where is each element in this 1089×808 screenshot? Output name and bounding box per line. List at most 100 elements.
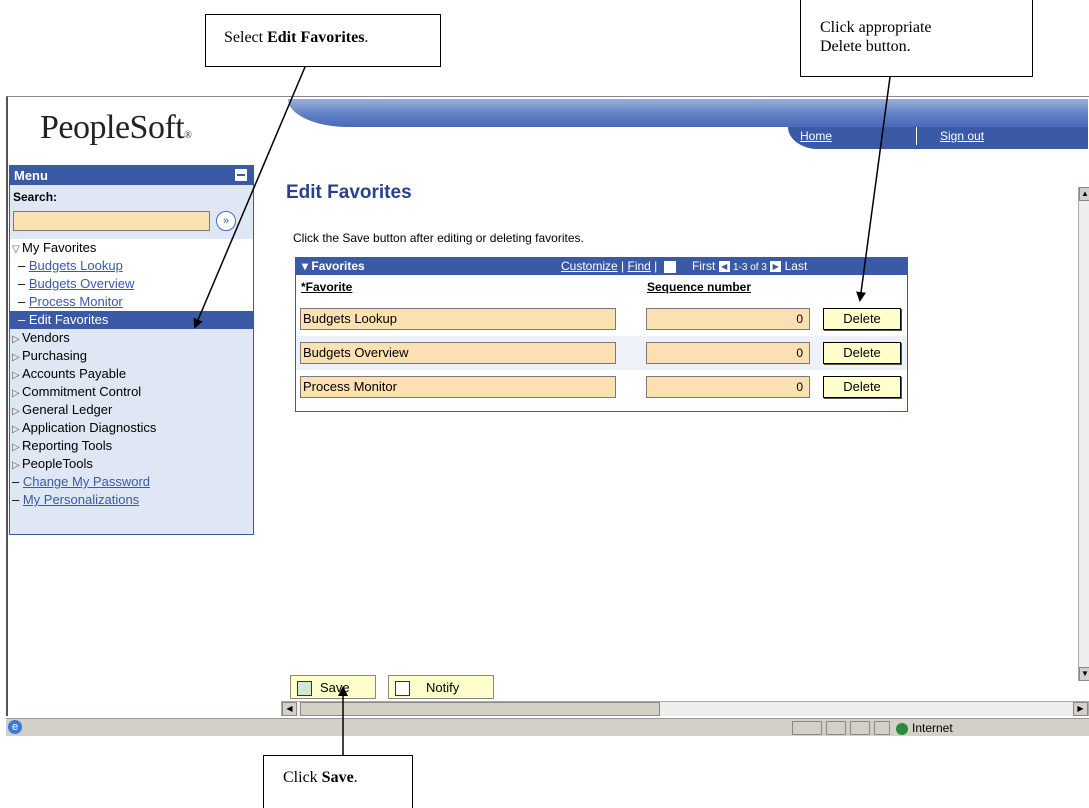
nav-separator	[916, 127, 917, 145]
delete-button[interactable]: Delete	[823, 308, 901, 330]
grid-nav: Customize | Find | First ◀ 1-3 of 3 ▶ La…	[561, 259, 808, 273]
favorite-field[interactable]: Budgets Lookup	[300, 308, 616, 330]
status-bar: e Internet	[6, 718, 1089, 736]
sequence-field[interactable]: 0	[646, 342, 810, 364]
menu-item-label: Purchasing	[22, 348, 88, 363]
logo-text: PeopleSoft	[40, 109, 185, 146]
menu-list: ▽ My Favorites – Budgets Lookup – Budgets…	[10, 239, 253, 509]
menu-item-link[interactable]: Process Monitor	[29, 294, 123, 309]
notify-button[interactable]: Notify	[388, 675, 494, 699]
scroll-left-icon[interactable]: ◀	[282, 702, 297, 716]
delete-button[interactable]: Delete	[823, 342, 901, 364]
callout-save: Click Save.	[263, 755, 413, 808]
menu-item-general-ledger[interactable]: ▷ General Ledger	[10, 401, 253, 419]
menu-item-vendors[interactable]: ▷ Vendors	[10, 329, 253, 347]
menu-item-purchasing[interactable]: ▷ Purchasing	[10, 347, 253, 365]
save-icon	[297, 681, 312, 697]
menu-item-label: Vendors	[22, 330, 70, 345]
banner-navbar	[788, 127, 1088, 149]
globe-icon	[896, 722, 908, 735]
page-title: Edit Favorites	[286, 182, 412, 203]
notify-label: Notify	[426, 680, 460, 695]
zone-label: Internet	[912, 721, 953, 735]
status-cell	[874, 721, 890, 735]
browser-window: PeopleSoft® Home Sign out Menu Search: »…	[6, 96, 1089, 716]
status-cell	[850, 721, 870, 735]
menu-item-link[interactable]: Budgets Lookup	[29, 258, 123, 273]
grid-header: ▾ Favorites Customize | Find | First ◀ 1…	[296, 258, 907, 275]
notify-icon	[395, 681, 410, 697]
vertical-scrollbar[interactable]: ▲ ▼	[1078, 187, 1089, 681]
menu-item-process-monitor[interactable]: – Process Monitor	[10, 293, 253, 311]
column-header-favorite: *Favorite	[301, 280, 353, 294]
prev-arrow-icon[interactable]: ◀	[718, 261, 730, 273]
favorite-field[interactable]: Process Monitor	[300, 376, 616, 398]
menu-item-label: Application Diagnostics	[22, 420, 157, 435]
menu-item-link[interactable]: Change My Password	[23, 474, 150, 489]
grid-title-text: Favorites	[311, 259, 365, 273]
callout-text-suffix: .	[353, 769, 358, 786]
instruction-text: Click the Save button after editing or d…	[293, 231, 584, 245]
grid-title: ▾ Favorites	[302, 259, 365, 273]
collapse-icon[interactable]	[235, 169, 247, 181]
grid-view-icon[interactable]	[663, 260, 676, 273]
menu-item-accounts-payable[interactable]: ▷ Accounts Payable	[10, 365, 253, 383]
menu-item-label: Edit Favorites	[28, 312, 109, 327]
menu-item-commitment-control[interactable]: ▷ Commitment Control	[10, 383, 253, 401]
callout-line-1: Click appropriate	[820, 19, 932, 36]
menu-item-reporting-tools[interactable]: ▷ Reporting Tools	[10, 437, 253, 455]
callout-bold-text: Save	[321, 769, 354, 786]
menu-item-my-personalizations[interactable]: – My Personalizations	[10, 491, 253, 509]
menu-item-my-favorites[interactable]: ▽ My Favorites	[10, 239, 253, 257]
menu-item-budgets-lookup[interactable]: – Budgets Lookup	[10, 257, 253, 275]
banner-stripe	[288, 99, 1088, 127]
menu-item-label: Commitment Control	[22, 384, 142, 399]
home-link[interactable]: Home	[800, 129, 832, 143]
callout-line-2: Delete button.	[820, 38, 911, 55]
status-cell	[826, 721, 846, 735]
search-input[interactable]	[13, 211, 210, 231]
menu-panel: Menu Search: » ▽ My Favorites – Budgets L…	[9, 165, 254, 535]
callout-bold-text: Edit Favorites	[267, 29, 365, 46]
callout-text: Click	[283, 769, 322, 786]
last-label[interactable]: Last	[785, 259, 808, 273]
favorites-grid: ▾ Favorites Customize | Find | First ◀ 1…	[295, 257, 908, 412]
search-go-icon[interactable]: »	[216, 211, 236, 231]
scroll-right-icon[interactable]: ▶	[1073, 702, 1088, 716]
menu-item-link[interactable]: Budgets Overview	[29, 276, 135, 291]
sequence-field[interactable]: 0	[646, 376, 810, 398]
find-link[interactable]: Find	[627, 259, 650, 273]
next-arrow-icon[interactable]: ▶	[770, 261, 782, 273]
save-label: Save	[320, 680, 350, 695]
delete-button[interactable]: Delete	[823, 376, 901, 398]
sequence-field[interactable]: 0	[646, 308, 810, 330]
menu-item-application-diagnostics[interactable]: ▷ Application Diagnostics	[10, 419, 253, 437]
signout-link[interactable]: Sign out	[940, 129, 984, 143]
menu-header: Menu	[10, 166, 253, 185]
customize-link[interactable]: Customize	[561, 259, 618, 273]
scroll-down-icon[interactable]: ▼	[1079, 667, 1089, 681]
menu-title: Menu	[14, 168, 48, 183]
menu-item-change-password[interactable]: – Change My Password	[10, 473, 253, 491]
menu-item-edit-favorites[interactable]: – Edit Favorites	[10, 311, 253, 329]
horizontal-scrollbar[interactable]: ◀ ▶	[281, 701, 1089, 716]
scroll-thumb[interactable]	[300, 702, 660, 716]
table-row: Budgets Lookup 0 Delete	[296, 302, 907, 336]
logo-mark: ®	[184, 130, 192, 141]
save-button[interactable]: Save	[290, 675, 376, 699]
favorites-group: ▽ My Favorites – Budgets Lookup – Budgets…	[10, 239, 253, 329]
scroll-up-icon[interactable]: ▲	[1079, 187, 1089, 201]
first-label[interactable]: First	[692, 259, 715, 273]
menu-item-peopletools[interactable]: ▷ PeopleTools	[10, 455, 253, 473]
callout-text-suffix: .	[364, 29, 369, 46]
menu-item-label: General Ledger	[22, 402, 113, 417]
menu-item-budgets-overview[interactable]: – Budgets Overview	[10, 275, 253, 293]
column-header-sequence: Sequence number	[647, 280, 752, 294]
range-label: 1-3 of 3	[732, 262, 767, 273]
callout-select-edit-favorites: Select Edit Favorites.	[205, 14, 441, 67]
zone-indicator: Internet	[896, 721, 953, 735]
table-row: Budgets Overview 0 Delete	[296, 336, 907, 370]
search-label: Search:	[13, 190, 58, 204]
favorite-field[interactable]: Budgets Overview	[300, 342, 616, 364]
menu-item-link[interactable]: My Personalizations	[23, 492, 139, 507]
